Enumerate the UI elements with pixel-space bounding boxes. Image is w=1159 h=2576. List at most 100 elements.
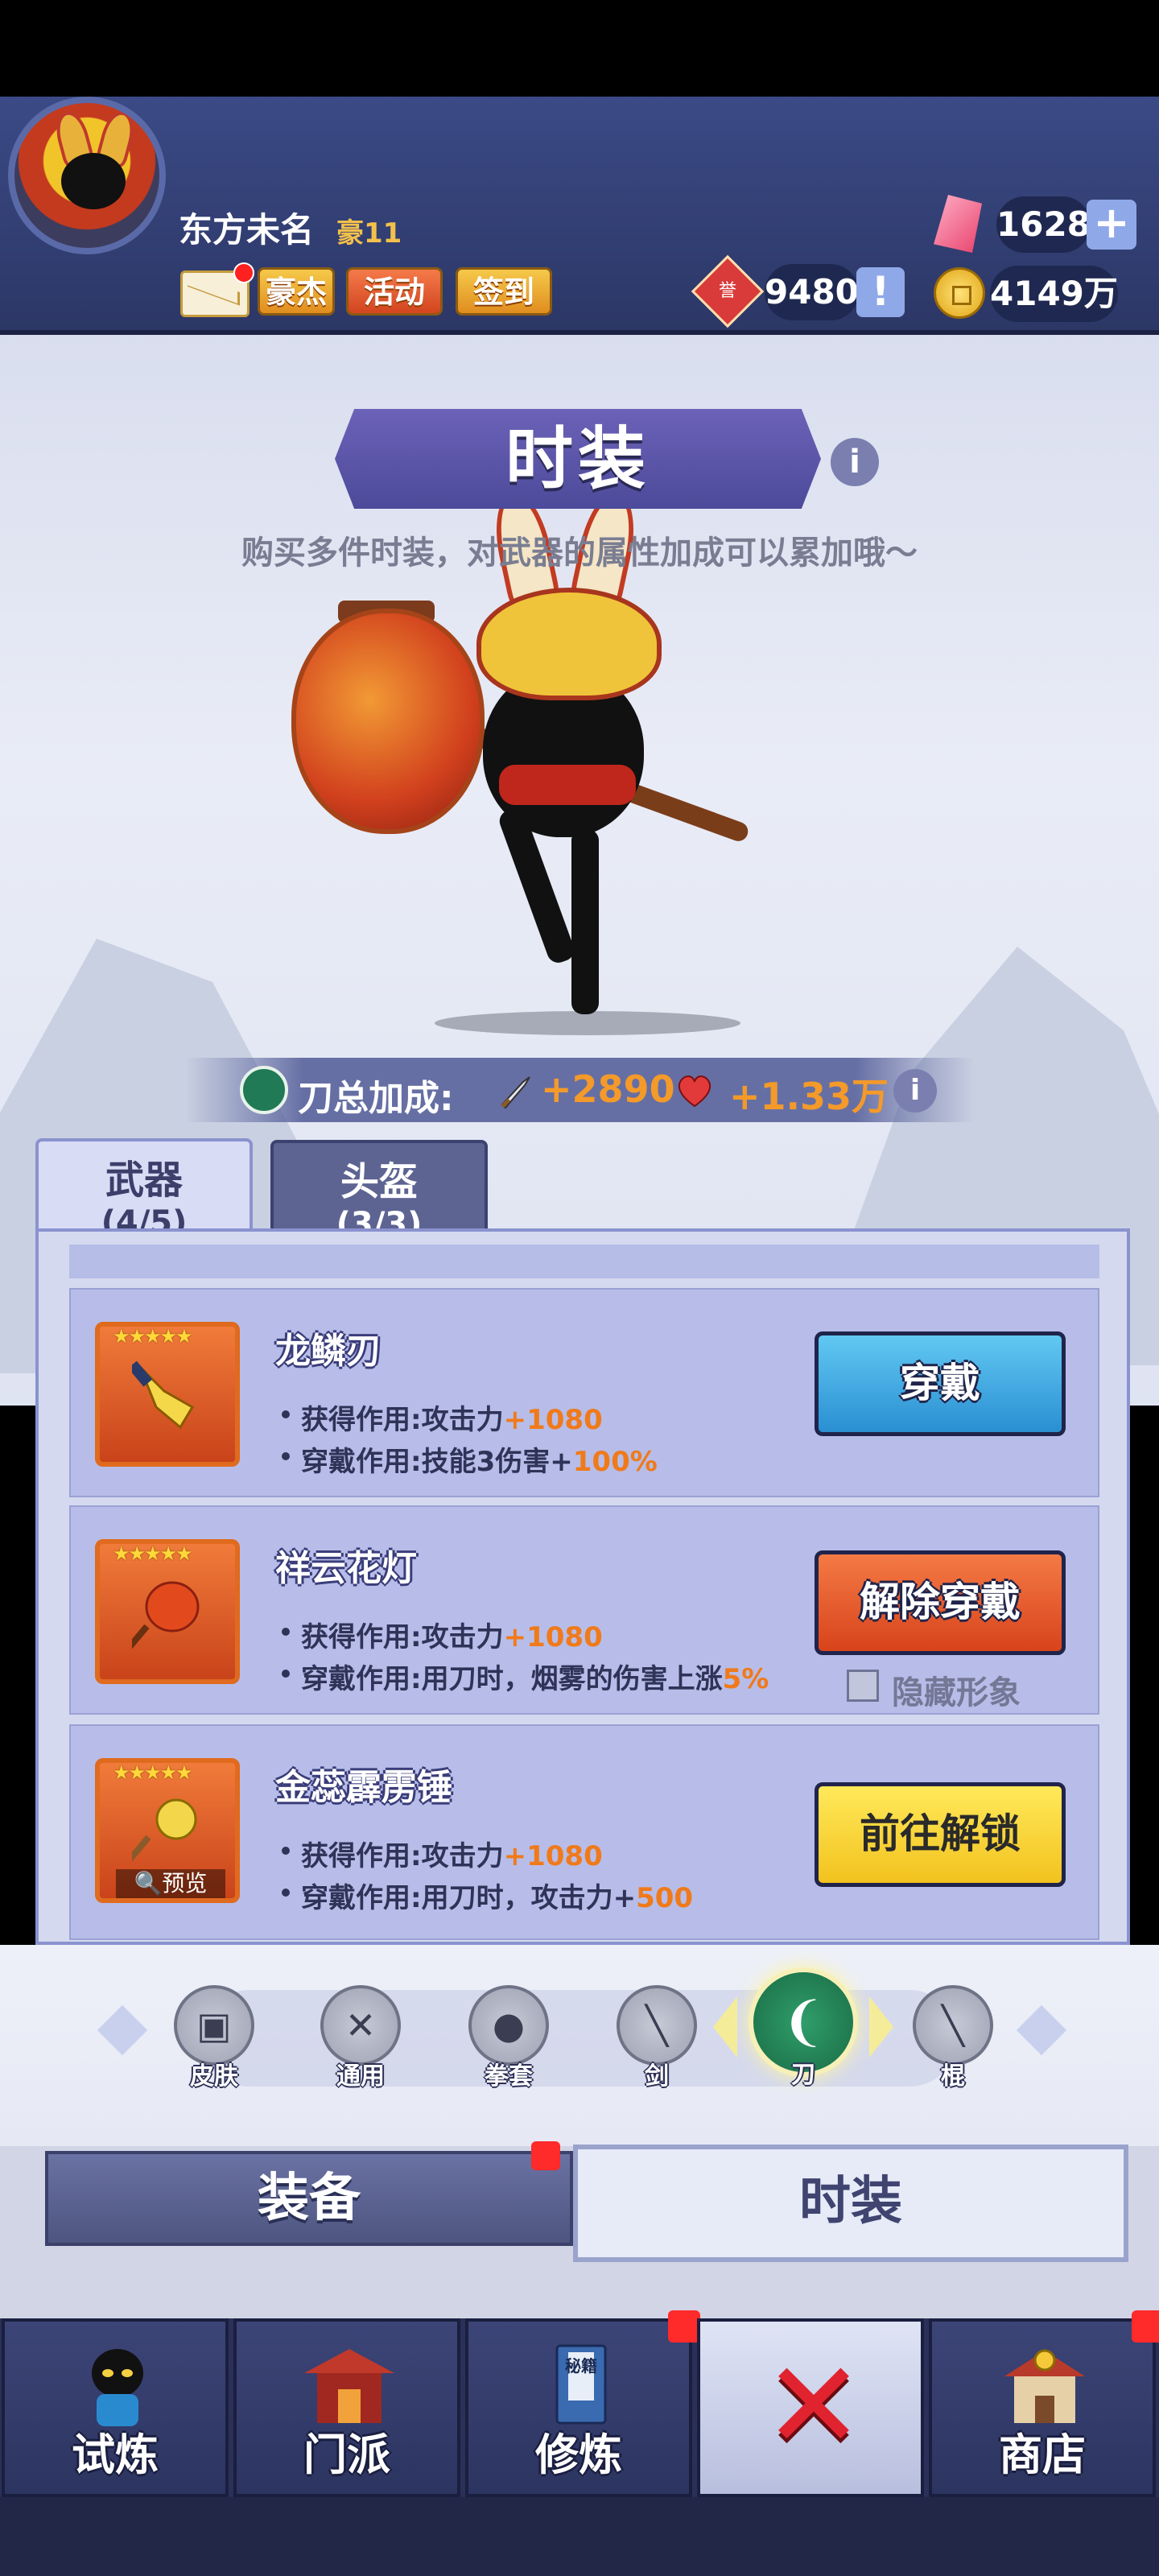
category-knife-label: 刀 xyxy=(791,2061,815,2089)
item-thumbnail[interactable]: ★★★★★ xyxy=(95,1322,240,1467)
hp-icon xyxy=(678,1075,711,1108)
sword-icon: ╲ xyxy=(645,2004,668,2047)
category-staff-button[interactable]: ╲ xyxy=(913,1985,993,2066)
gem-count: 1628 xyxy=(996,196,1091,253)
go-unlock-button[interactable]: 前往解锁 xyxy=(815,1782,1066,1887)
list-strip xyxy=(69,1245,1099,1278)
bonus-hp-value: +1.33万 xyxy=(729,1075,889,1118)
wear-effect-text: 穿戴作用:用刀时，攻击力+ xyxy=(301,1882,637,1914)
close-button[interactable]: ✕ xyxy=(697,2318,924,2497)
obtain-effect-value: +1080 xyxy=(503,1404,603,1436)
star-rating: ★★★★★ xyxy=(113,1761,193,1784)
staff-icon: ╲ xyxy=(942,2004,964,2047)
star-rating: ★★★★★ xyxy=(113,1542,193,1565)
honor-info-button[interactable]: ! xyxy=(856,267,905,317)
rabbit-helmet xyxy=(476,588,662,700)
fist-icon: ● xyxy=(492,2004,526,2047)
tab-fashion[interactable]: 时装 xyxy=(573,2145,1128,2262)
player-avatar[interactable] xyxy=(8,97,166,254)
close-icon: ✕ xyxy=(763,2336,864,2476)
wear-effect-value: 500 xyxy=(636,1882,694,1914)
bonus-attack-value: +2890 xyxy=(541,1067,675,1111)
attack-icon xyxy=(501,1076,530,1109)
vip-level: 豪11 xyxy=(336,217,402,250)
wear-effect-value: 100% xyxy=(572,1446,658,1478)
wear-button[interactable]: 穿戴 xyxy=(815,1331,1066,1436)
coin-count: 4149万 xyxy=(990,266,1118,322)
bullet xyxy=(282,1452,290,1460)
hammer-icon xyxy=(132,1798,197,1871)
notification-dot xyxy=(233,262,254,283)
bonus-info-icon[interactable]: i xyxy=(893,1069,937,1113)
category-common-label: 通用 xyxy=(336,2062,385,2091)
tab-helmet-title: 头盔 xyxy=(340,1159,418,1204)
nav-sect[interactable]: 门派 xyxy=(233,2318,460,2497)
character-shadow xyxy=(435,1011,740,1035)
obtain-effect: 获得作用:攻击力+1080 xyxy=(301,1834,603,1873)
notification-dot xyxy=(1132,2310,1159,2343)
category-fist-button[interactable]: ● xyxy=(468,1985,549,2066)
item-thumbnail[interactable]: ★★★★★ 🔍预览 xyxy=(95,1758,240,1903)
hide-appearance-checkbox[interactable] xyxy=(847,1670,879,1702)
crossed-swords-icon: ✕ xyxy=(344,2004,377,2047)
nav-trial[interactable]: 试炼 xyxy=(2,2318,229,2497)
lantern-hammer xyxy=(291,609,485,834)
character-scarf xyxy=(499,765,636,805)
temple-icon xyxy=(304,2349,394,2423)
blade-icon xyxy=(132,1360,195,1430)
ninja-icon xyxy=(92,2349,143,2426)
obtain-effect-text: 获得作用:攻击力 xyxy=(301,1404,504,1436)
bonus-label: 刀总加成: xyxy=(298,1078,454,1119)
top-bar xyxy=(0,97,1159,335)
list-item[interactable]: ★★★★★ 祥云花灯 获得作用:攻击力+1080 穿戴作用:用刀时，烟雾的伤害上… xyxy=(69,1505,1099,1715)
activity-button[interactable]: 活动 xyxy=(346,267,443,316)
character-leg xyxy=(571,829,599,1014)
tab-equipment[interactable]: 装备 xyxy=(45,2151,573,2246)
info-icon[interactable]: i xyxy=(831,438,879,486)
notification-dot xyxy=(668,2310,700,2343)
book-label: 秘籍 xyxy=(565,2356,597,2376)
star-rating: ★★★★★ xyxy=(113,1325,193,1348)
bullet xyxy=(282,1670,290,1678)
bullet xyxy=(282,1889,290,1897)
category-skin-label: 皮肤 xyxy=(190,2062,238,2091)
bullet xyxy=(282,1410,290,1418)
category-sword-button[interactable]: ╲ xyxy=(617,1985,697,2066)
bullet xyxy=(282,1628,290,1636)
obtain-effect-value: +1080 xyxy=(503,1840,603,1872)
haojie-button[interactable]: 豪杰 xyxy=(258,267,335,316)
bottom-safe-area xyxy=(0,2497,1159,2576)
preview-button[interactable]: 🔍预览 xyxy=(116,1869,225,1898)
book-icon: 秘籍 xyxy=(555,2344,607,2425)
unequip-button[interactable]: 解除穿戴 xyxy=(815,1550,1066,1655)
obtain-effect-text: 获得作用:攻击力 xyxy=(301,1840,504,1872)
item-name: 祥云花灯 xyxy=(275,1548,417,1589)
tab-weapon[interactable]: 武器 (4/5) xyxy=(35,1138,253,1241)
honor-icon-text: 誉 xyxy=(718,281,736,301)
selected-arrow-left xyxy=(713,1996,737,2058)
checkin-button[interactable]: 签到 xyxy=(456,267,552,316)
honor-count: 9480 xyxy=(765,264,859,320)
wear-effect-text: 穿戴作用:用刀时，烟雾的伤害上涨 xyxy=(301,1663,723,1695)
nav-train[interactable]: 秘籍 修炼 xyxy=(465,2318,692,2497)
list-item[interactable]: ★★★★★ 龙鳞刃 获得作用:攻击力+1080 穿戴作用:技能3伤害+100% … xyxy=(69,1288,1099,1497)
list-item[interactable]: ★★★★★ 🔍预览 金蕊霹雳锤 获得作用:攻击力+1080 穿戴作用:用刀时，攻… xyxy=(69,1724,1099,1940)
obtain-effect-text: 获得作用:攻击力 xyxy=(301,1621,504,1653)
nav-shop[interactable]: 商店 xyxy=(929,2318,1156,2497)
category-skin-button[interactable]: ▣ xyxy=(174,1985,254,2066)
wear-effect-value: 5% xyxy=(722,1663,769,1695)
category-common-button[interactable]: ✕ xyxy=(320,1985,401,2066)
lantern-icon xyxy=(132,1581,200,1657)
tab-helmet[interactable]: 头盔 (3/3) xyxy=(270,1140,488,1243)
wear-effect-text: 穿戴作用:技能3伤害+ xyxy=(301,1446,573,1478)
selected-arrow-right xyxy=(869,1996,893,2058)
wear-effect: 穿戴作用:用刀时，攻击力+500 xyxy=(301,1876,693,1915)
wear-effect: 穿戴作用:技能3伤害+100% xyxy=(301,1439,658,1479)
category-sword-label: 剑 xyxy=(645,2062,669,2091)
bullet xyxy=(282,1847,290,1855)
page-title: 时装 xyxy=(335,409,821,509)
item-thumbnail[interactable]: ★★★★★ xyxy=(95,1539,240,1684)
obtain-effect: 获得作用:攻击力+1080 xyxy=(301,1615,603,1654)
add-gems-button[interactable]: + xyxy=(1087,200,1136,250)
shop-icon xyxy=(1004,2349,1085,2423)
